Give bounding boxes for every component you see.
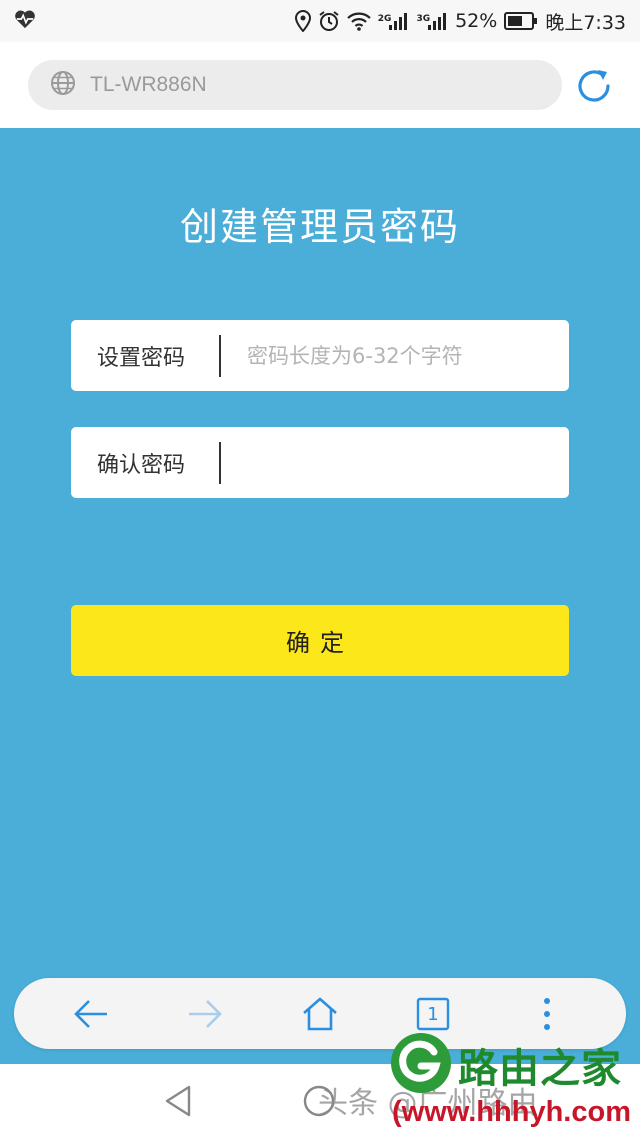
page-title: 创建管理员密码 [179,205,460,249]
back-arrow-icon[interactable] [70,993,112,1035]
alarm-icon [318,10,340,32]
heartbeat-icon [14,9,36,34]
url-field[interactable]: TL-WR886N [28,60,562,110]
refresh-icon[interactable] [574,66,614,106]
address-bar: TL-WR886N [0,42,640,128]
home-icon[interactable] [299,993,341,1035]
wifi-icon [347,11,371,31]
field-divider [219,334,221,377]
location-icon [294,10,311,32]
forward-arrow-icon[interactable] [184,993,226,1035]
more-icon[interactable] [526,993,568,1035]
password-label: 设置密码 [97,345,186,371]
clock-time: 晚上7:33 [545,11,626,34]
confirm-button[interactable]: 确定 [71,605,569,676]
confirm-password-input[interactable] [247,442,547,483]
signal-icon-secondary: 3G [416,12,448,30]
tabs-icon[interactable]: 1 [412,993,454,1035]
confirm-password-field-row: 确认密码 [71,427,569,498]
battery-percent: 52% [455,10,498,32]
watermark-brand: 路由之家 [458,1046,622,1092]
watermark-url: (www.hhhyh.com [392,1096,631,1128]
password-input[interactable] [247,335,547,376]
password-field-row: 设置密码 [71,320,569,391]
net-type-2g: 2G [377,14,392,24]
confirm-password-label: 确认密码 [97,452,186,478]
net-type-3g: 3G [416,14,431,24]
globe-icon [50,70,76,100]
status-bar: 2G 3G 52% 晚上7:33 [0,0,640,42]
battery-icon [504,12,538,30]
field-divider [219,441,221,484]
signal-icon: 2G [378,12,410,30]
nav-back-icon[interactable] [163,1084,193,1122]
url-text: TL-WR886N [90,73,207,96]
brand-logo-icon [388,1030,454,1100]
tab-count: 1 [427,1003,439,1025]
